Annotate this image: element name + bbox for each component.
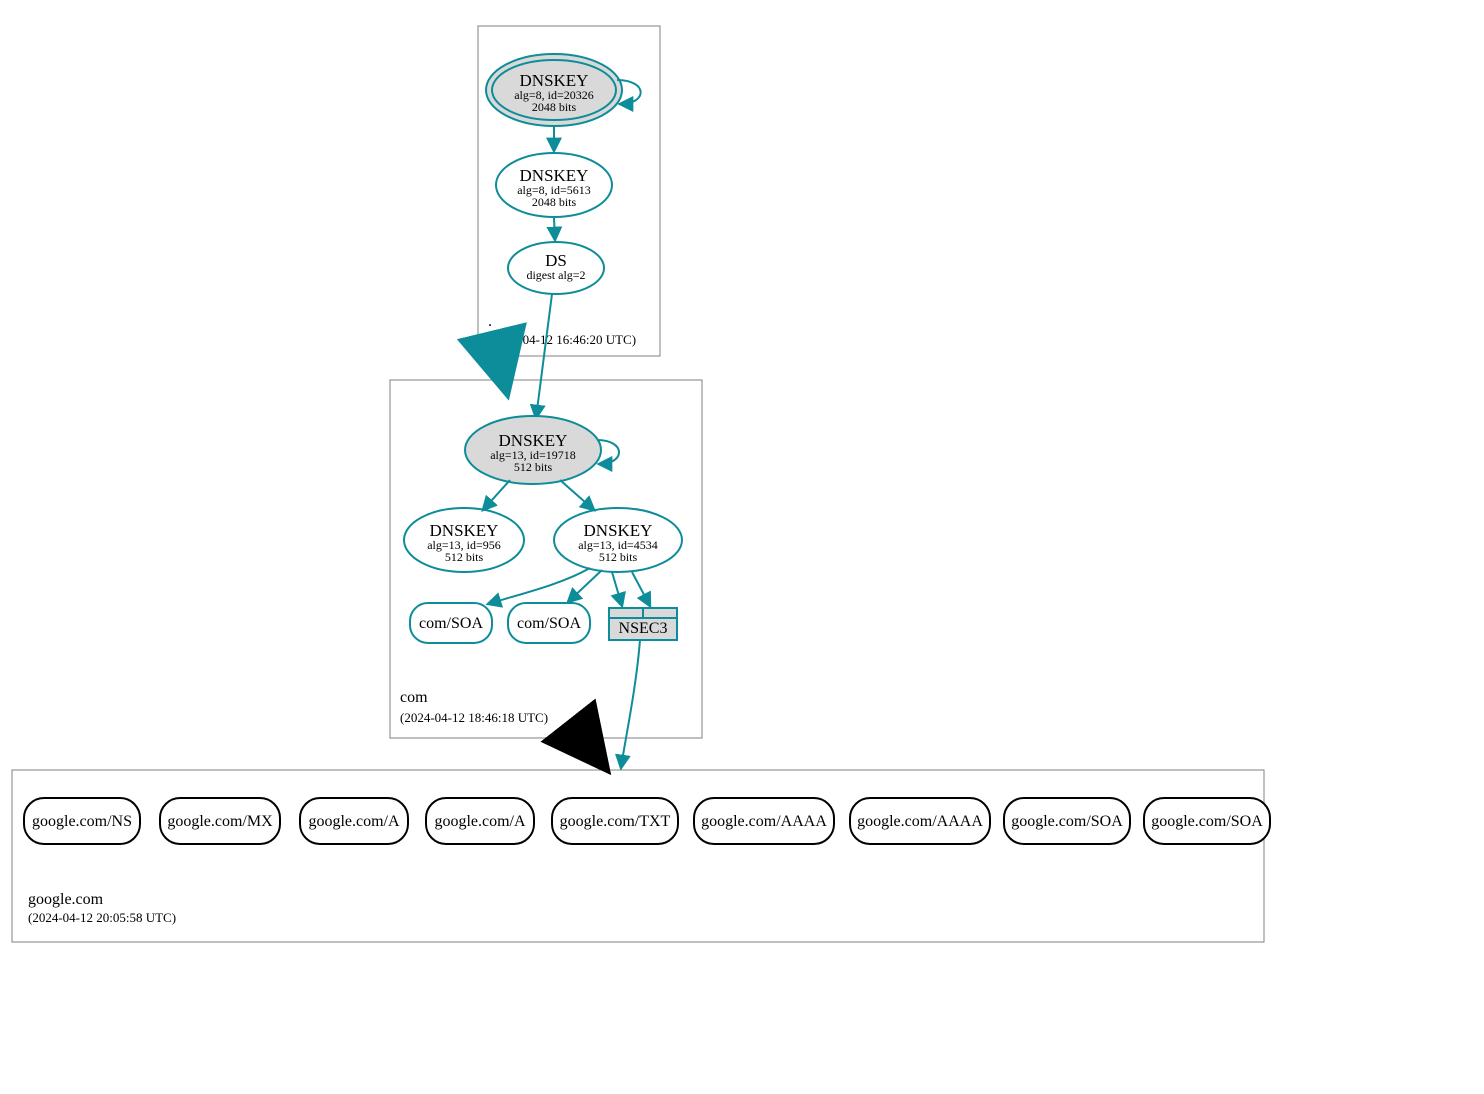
edge-nsec3-to-google	[621, 640, 640, 768]
svg-text:2048 bits: 2048 bits	[532, 100, 577, 114]
svg-text:google.com/SOA: google.com/SOA	[1151, 813, 1263, 830]
svg-text:google.com/SOA: google.com/SOA	[1011, 813, 1123, 830]
svg-text:512 bits: 512 bits	[445, 550, 484, 564]
node-com-zsk1: DNSKEY alg=13, id=956 512 bits	[404, 508, 524, 572]
edge-com-to-google-zone	[582, 738, 604, 766]
edge-root-to-com-zone	[498, 356, 506, 389]
svg-text:2048 bits: 2048 bits	[532, 195, 577, 209]
svg-text:com/SOA: com/SOA	[517, 615, 581, 632]
node-google-a1: google.com/A	[300, 798, 408, 844]
svg-text:google.com/MX: google.com/MX	[167, 813, 273, 830]
node-google-soa1: google.com/SOA	[1004, 798, 1130, 844]
svg-text:google.com/A: google.com/A	[434, 813, 526, 830]
svg-text:512 bits: 512 bits	[599, 550, 638, 564]
node-root-ksk: DNSKEY alg=8, id=20326 2048 bits	[486, 54, 641, 126]
node-root-ds: DS digest alg=2	[508, 242, 604, 294]
node-com-zsk2: DNSKEY alg=13, id=4534 512 bits	[554, 508, 682, 572]
node-google-txt: google.com/TXT	[552, 798, 678, 844]
node-google-aaaa1: google.com/AAAA	[694, 798, 834, 844]
zone-com-label: com	[400, 689, 428, 706]
edge-com-ksk-to-zsk1	[483, 480, 510, 510]
node-google-a2: google.com/A	[426, 798, 534, 844]
node-google-soa2: google.com/SOA	[1144, 798, 1270, 844]
svg-text:NSEC3: NSEC3	[619, 620, 668, 637]
edge-zsk2-nsec3b	[632, 572, 650, 606]
zone-google-ts: (2024-04-12 20:05:58 UTC)	[28, 910, 176, 925]
svg-text:512 bits: 512 bits	[514, 460, 553, 474]
zone-google-label: google.com	[28, 891, 104, 908]
node-com-soa2: com/SOA	[508, 603, 590, 643]
zone-com-ts: (2024-04-12 18:46:18 UTC)	[400, 710, 548, 725]
svg-text:google.com/NS: google.com/NS	[32, 813, 132, 830]
edge-root-zsk-to-ds	[554, 218, 555, 240]
svg-text:digest alg=2: digest alg=2	[526, 268, 585, 282]
svg-text:google.com/A: google.com/A	[308, 813, 400, 830]
zone-root-ts: (2024-04-12 16:46:20 UTC)	[488, 332, 636, 347]
zone-root-label: .	[488, 313, 492, 330]
svg-text:google.com/AAAA: google.com/AAAA	[857, 813, 983, 830]
svg-text:google.com/TXT: google.com/TXT	[560, 813, 671, 830]
svg-text:com/SOA: com/SOA	[419, 615, 483, 632]
node-google-mx: google.com/MX	[160, 798, 280, 844]
edge-zsk2-soa2	[568, 570, 602, 602]
node-com-ksk: DNSKEY alg=13, id=19718 512 bits	[465, 416, 619, 484]
edge-com-ksk-to-zsk2	[560, 480, 594, 510]
svg-text:google.com/AAAA: google.com/AAAA	[701, 813, 827, 830]
edge-zsk2-soa1	[488, 568, 590, 604]
node-google-aaaa2: google.com/AAAA	[850, 798, 990, 844]
zone-google: google.com (2024-04-12 20:05:58 UTC)	[12, 770, 1264, 942]
node-com-soa1: com/SOA	[410, 603, 492, 643]
node-google-ns: google.com/NS	[24, 798, 140, 844]
node-root-zsk: DNSKEY alg=8, id=5613 2048 bits	[496, 153, 612, 217]
edge-zsk2-nsec3a	[612, 572, 622, 606]
node-com-nsec3: NSEC3	[609, 608, 677, 640]
